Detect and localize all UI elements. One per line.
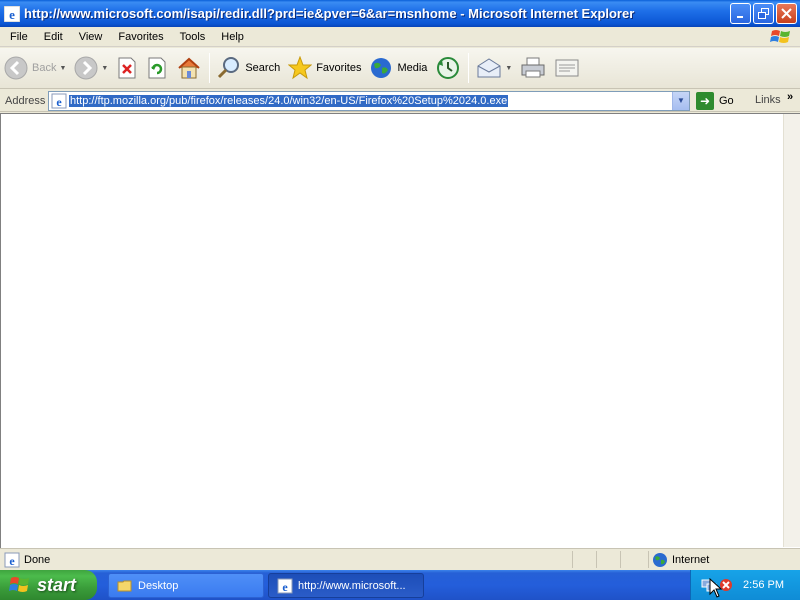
back-arrow-icon: [4, 56, 28, 80]
address-bar: Address e http://ftp.mozilla.org/pub/fir…: [0, 90, 800, 112]
search-icon: [218, 57, 240, 79]
task-label: http://www.microsoft...: [298, 579, 406, 592]
edit-page-icon: [555, 59, 579, 77]
print-button[interactable]: [516, 50, 550, 86]
media-label: Media: [397, 62, 428, 74]
address-label: Address: [5, 94, 46, 107]
history-icon: [437, 57, 460, 79]
favorites-star-icon: [288, 56, 313, 80]
address-dropdown-icon[interactable]: ▼: [672, 91, 689, 110]
forward-arrow-icon: [74, 56, 98, 80]
media-globe-icon: [371, 58, 392, 78]
security-zone: Internet: [648, 551, 709, 568]
menu-file[interactable]: File: [0, 27, 36, 47]
stop-button[interactable]: [112, 50, 142, 86]
go-button[interactable]: ➜ Go: [696, 91, 734, 110]
mail-icon: [477, 58, 501, 78]
address-url-text[interactable]: http://ftp.mozilla.org/pub/firefox/relea…: [69, 94, 509, 107]
close-icon: [781, 8, 792, 19]
minimize-icon: [737, 16, 743, 18]
forward-button[interactable]: ▼: [70, 50, 112, 86]
close-button[interactable]: [776, 3, 797, 24]
start-button[interactable]: start: [0, 570, 97, 600]
task-label: Desktop: [138, 579, 179, 592]
svg-text:e: e: [9, 7, 15, 22]
media-button[interactable]: Media: [365, 50, 431, 86]
printer-icon: [521, 57, 545, 78]
page-content[interactable]: [0, 113, 800, 548]
forward-dropdown-icon[interactable]: ▼: [101, 65, 108, 72]
back-button[interactable]: Back ▼: [0, 50, 70, 86]
links-chevron-icon[interactable]: »: [787, 91, 793, 103]
status-pane: [572, 551, 596, 568]
minimize-button[interactable]: [730, 3, 751, 24]
status-message: e Done: [4, 552, 50, 568]
edit-button[interactable]: [550, 50, 584, 86]
go-label: Go: [719, 94, 734, 107]
status-text: Done: [24, 553, 51, 566]
start-label: start: [37, 574, 77, 595]
taskbar-button-ie[interactable]: e http://www.microsoft...: [268, 573, 424, 598]
taskbar-button-desktop[interactable]: Desktop: [108, 573, 264, 598]
windows-flag-icon: [9, 577, 29, 592]
page-icon: e: [51, 93, 67, 109]
back-dropdown-icon[interactable]: ▼: [59, 65, 66, 72]
ie-icon: e: [277, 578, 293, 594]
favorites-button[interactable]: Favorites: [284, 50, 365, 86]
zone-label: Internet: [672, 553, 710, 566]
links-label[interactable]: Links: [755, 94, 781, 106]
restore-icon: [758, 8, 769, 19]
mail-dropdown-icon[interactable]: ▼: [505, 65, 512, 72]
refresh-icon: [148, 57, 166, 79]
back-label: Back: [32, 62, 57, 74]
menu-help[interactable]: Help: [213, 27, 252, 47]
svg-text:e: e: [9, 554, 15, 568]
status-bar: e Done Internet: [0, 548, 800, 570]
home-icon: [178, 57, 201, 79]
status-page-icon: e: [4, 552, 20, 568]
standard-toolbar: Back ▼ ▼ Search Favorites Media ▼: [0, 48, 800, 89]
toolbar-separator: [468, 53, 470, 83]
title-bar[interactable]: e http://www.microsoft.com/isapi/redir.d…: [0, 0, 800, 27]
menu-tools[interactable]: Tools: [172, 27, 214, 47]
history-button[interactable]: [431, 50, 465, 86]
mouse-cursor-icon: [709, 578, 723, 598]
status-pane: [596, 551, 620, 568]
go-arrow-icon: ➜: [696, 91, 714, 110]
menu-bar: File Edit View Favorites Tools Help: [0, 27, 800, 47]
favorites-label: Favorites: [316, 62, 362, 74]
window-title: http://www.microsoft.com/isapi/redir.dll…: [24, 6, 635, 21]
vertical-scrollbar[interactable]: [783, 114, 800, 547]
refresh-button[interactable]: [142, 50, 172, 86]
svg-text:e: e: [282, 580, 288, 594]
search-label: Search: [245, 62, 281, 74]
windows-logo-icon: [770, 30, 790, 43]
mail-button[interactable]: ▼: [472, 50, 516, 86]
home-button[interactable]: [172, 50, 206, 86]
taskbar: start Desktop e http://www.microsoft... …: [0, 570, 800, 600]
folder-icon: [117, 580, 132, 591]
clock[interactable]: 2:56 PM: [743, 579, 784, 591]
menu-edit[interactable]: Edit: [36, 27, 71, 47]
svg-text:e: e: [56, 95, 62, 109]
internet-globe-icon: [653, 552, 667, 567]
status-pane: [620, 551, 644, 568]
menu-favorites[interactable]: Favorites: [110, 27, 171, 47]
toolbar-separator: [209, 53, 211, 83]
search-button[interactable]: Search: [213, 50, 284, 86]
address-input[interactable]: e http://ftp.mozilla.org/pub/firefox/rel…: [48, 90, 690, 111]
menu-view[interactable]: View: [71, 27, 111, 47]
restore-button[interactable]: [753, 3, 774, 24]
system-tray: 2:56 PM: [690, 570, 800, 600]
ie-icon: e: [4, 5, 20, 22]
stop-icon: [118, 57, 136, 79]
status-panes: [572, 551, 644, 568]
